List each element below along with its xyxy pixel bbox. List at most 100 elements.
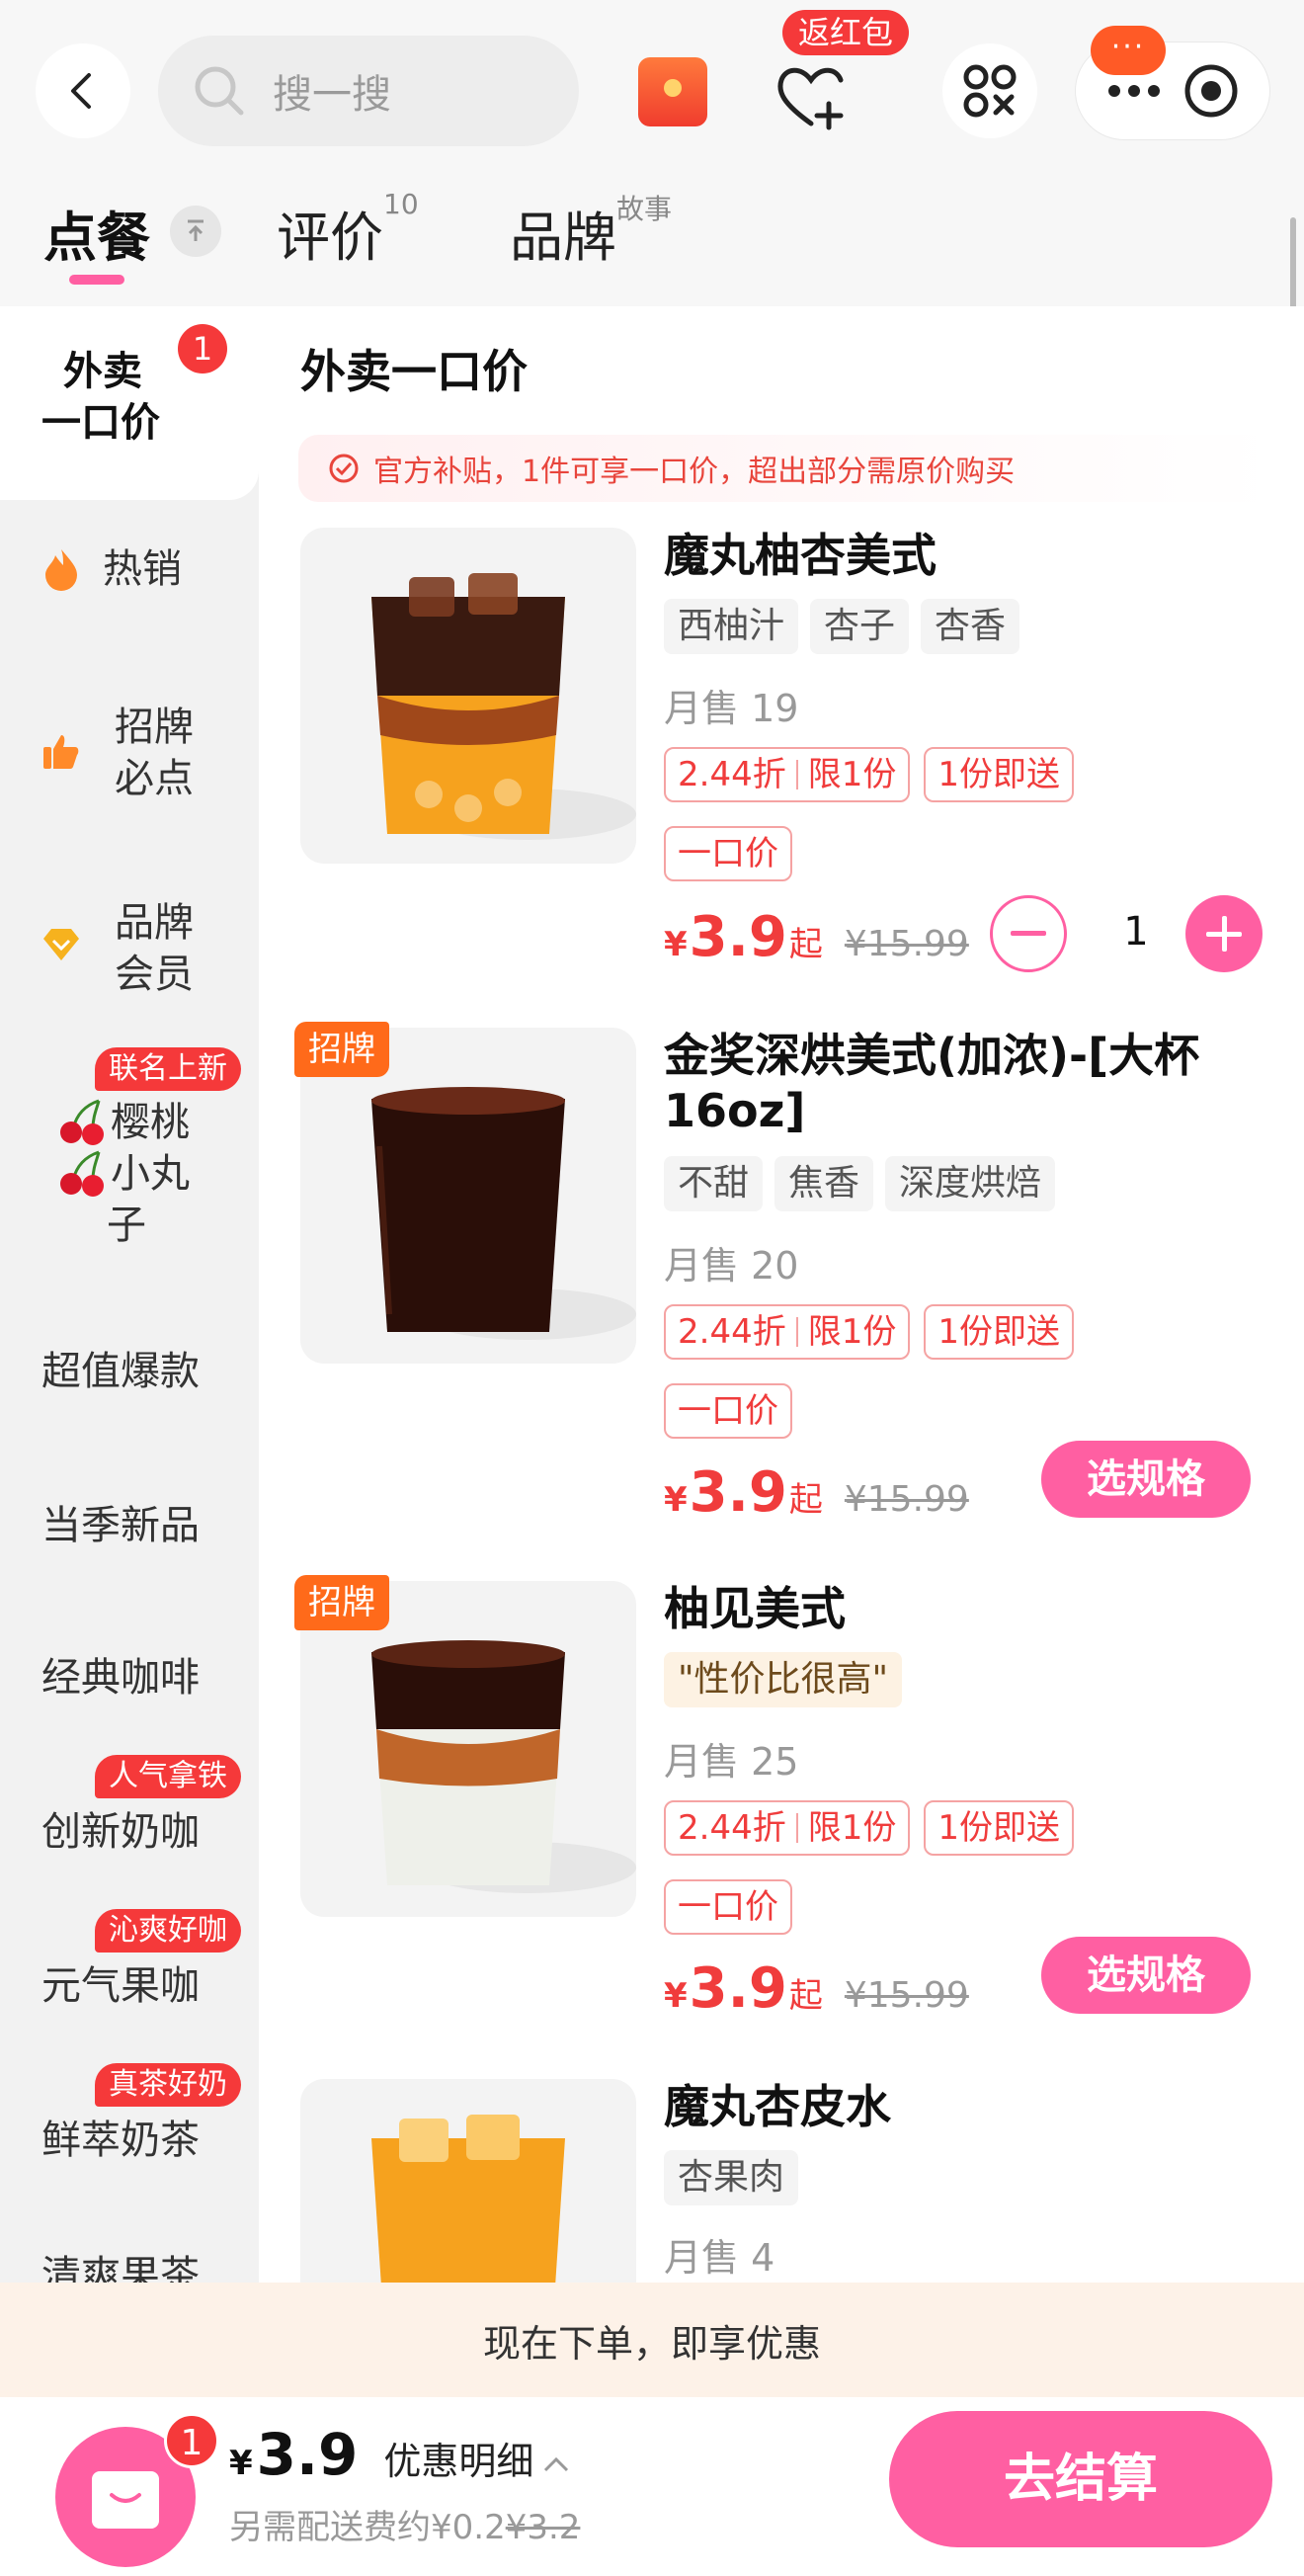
price-suffix: 起 — [788, 1976, 823, 2016]
product-tag: 杏香 — [921, 599, 1020, 654]
minus-icon — [1011, 930, 1046, 938]
deliver-tag: 1份即送 — [924, 747, 1074, 802]
brand-story-sup: 故事 — [616, 193, 673, 225]
limit-text: 限1份 — [807, 755, 897, 794]
fixed-price-tag: 一口价 — [664, 1879, 792, 1935]
total-currency: ¥ — [229, 2444, 253, 2483]
back-button[interactable] — [36, 43, 130, 138]
increase-button[interactable] — [1185, 895, 1263, 972]
price-currency: ¥ — [664, 1480, 688, 1520]
discount-detail-link[interactable]: 优惠明细 — [383, 2431, 533, 2485]
sidebar-item-fruit-tea[interactable]: 清爽果茶 — [0, 2241, 259, 2283]
search-placeholder: 搜一搜 — [273, 72, 391, 118]
sidebar-item-label: 品牌 — [115, 900, 194, 946]
discount-tag: 2.44折 限1份 — [664, 1304, 911, 1360]
sidebar-badge: 人气拿铁 — [95, 1755, 241, 1798]
limit-text: 限1份 — [807, 1808, 897, 1848]
product-image[interactable] — [300, 528, 636, 864]
share-button[interactable] — [942, 43, 1037, 138]
product-tags: "性价比很高" — [664, 1652, 903, 1707]
limit-text: 限1份 — [807, 1312, 897, 1352]
price-value: 3.9 — [689, 1460, 787, 1525]
price-suffix: 起 — [788, 1480, 823, 1520]
section-title: 外卖一口价 — [300, 345, 528, 398]
red-packet-icon[interactable] — [638, 57, 707, 126]
discount-tag: 2.44折 限1份 — [664, 1800, 911, 1856]
original-price: ¥15.99 — [844, 924, 969, 964]
fixed-price-tag: 一口价 — [664, 1383, 792, 1439]
fire-icon — [41, 547, 81, 591]
delivery-fee-text: 另需配送费约¥0.2 — [229, 2508, 506, 2547]
sidebar-item-label: 会员 — [115, 952, 194, 997]
sidebar-active-label1: 外卖 — [63, 349, 142, 394]
sidebar-item-milk-tea[interactable]: 真茶好奶 鲜萃奶茶 — [0, 2063, 259, 2172]
sidebar-item-label: 鲜萃奶茶 — [41, 2118, 200, 2163]
notice-text: 官方补贴，1件可享一口价，超出部分需原价购买 — [373, 455, 1016, 489]
tab-reviews-label: 评价 — [277, 207, 383, 269]
tab-order[interactable]: 点餐 — [43, 194, 150, 272]
discount-text: 2.44折 — [678, 755, 786, 794]
quantity-value: 1 — [1123, 909, 1149, 955]
product-tags: 不甜 焦香 深度烘焙 — [664, 1156, 1056, 1211]
sidebar-item-label: 子 — [107, 1203, 146, 1248]
total-value: 3.9 — [256, 2421, 359, 2488]
product-name: 柚见美式 — [664, 1582, 846, 1635]
sidebar-item-label: 元气果咖 — [41, 1963, 200, 2009]
discount-text: 2.44折 — [678, 1312, 786, 1352]
tab-brand[interactable]: 品牌故事 — [510, 193, 673, 272]
search-box[interactable]: 搜一搜 — [158, 36, 579, 146]
fanhongbao-badge: 返红包 — [782, 10, 910, 55]
total-price: ¥ 3.9 优惠明细 — [229, 2421, 571, 2488]
product-tags: 杏果肉 — [664, 2150, 799, 2205]
favorite-button[interactable] — [767, 57, 856, 136]
monthly-sales: 月售 25 — [664, 1740, 799, 1784]
select-spec-button[interactable]: 选规格 — [1041, 1937, 1251, 2014]
sidebar-item-hot[interactable]: 热销 — [0, 543, 259, 595]
chevron-up-icon[interactable] — [541, 2454, 571, 2474]
sidebar-item-seasonal[interactable]: 当季新品 — [0, 1500, 259, 1551]
fixed-price-tag: 一口价 — [664, 826, 792, 881]
tab-brand-label: 品牌 — [510, 207, 616, 269]
sidebar-item-value[interactable]: 超值爆款 — [0, 1346, 259, 1397]
monthly-sales: 月售 19 — [664, 687, 799, 730]
message-badge: ··· — [1091, 26, 1166, 75]
close-target-icon[interactable] — [1183, 63, 1239, 119]
product-tags: 西柚汁 杏子 杏香 — [664, 599, 1020, 654]
product-tag: 杏子 — [810, 599, 910, 654]
back-arrow-icon — [63, 71, 103, 111]
grid-scan-icon — [962, 63, 1018, 119]
product-image[interactable] — [300, 2079, 636, 2283]
sidebar-active-label2: 一口价 — [41, 400, 160, 446]
product-card[interactable]: 招牌 金奖深烘美式(加浓)-[大杯16oz] 不甜 焦香 深度烘焙 月售 20 … — [259, 1022, 1304, 1525]
product-image[interactable] — [300, 1028, 636, 1364]
checkout-button[interactable]: 去结算 — [889, 2411, 1272, 2547]
tab-reviews[interactable]: 评价10 — [277, 188, 419, 272]
price-suffix: 起 — [788, 925, 823, 964]
sidebar-item-fruit-coffee[interactable]: 沁爽好咖 元气果咖 — [0, 1909, 259, 2018]
sidebar-item-classic-coffee[interactable]: 经典咖啡 — [0, 1652, 259, 1703]
select-spec-button[interactable]: 选规格 — [1041, 1441, 1251, 1518]
promo-tags: 2.44折 限1份 1份即送 — [664, 747, 1074, 802]
price-currency: ¥ — [664, 925, 688, 964]
scroll-top-button[interactable] — [170, 206, 221, 257]
promo-tags-2: 一口价 — [664, 826, 792, 881]
shopping-bag-icon — [88, 2461, 163, 2533]
sidebar-item-milk-coffee[interactable]: 人气拿铁 创新奶咖 — [0, 1755, 259, 1864]
price: ¥3.9 起 ¥15.99 — [664, 1956, 969, 2021]
product-image[interactable] — [300, 1581, 636, 1917]
price: ¥3.9 起 ¥15.99 — [664, 1460, 969, 1525]
monthly-sales: 月售 4 — [664, 2236, 775, 2280]
tab-order-label: 点餐 — [43, 207, 150, 269]
more-dots-icon[interactable] — [1106, 83, 1162, 99]
product-card[interactable]: 魔丸杏皮水 杏果肉 月售 4 — [259, 2079, 1304, 2283]
sidebar-badge: 联名上新 — [95, 1047, 241, 1091]
sidebar-count-badge: 1 — [178, 324, 227, 374]
product-card[interactable]: 魔丸柚杏美式 西柚汁 杏子 杏香 月售 19 2.44折 限1份 1份即送 一口价… — [259, 528, 1304, 1002]
product-card[interactable]: 招牌 柚见美式 "性价比很高" 月售 25 2.44折 限1份 1份即送 一口价 … — [259, 1575, 1304, 2021]
plus-icon — [1206, 916, 1242, 952]
sidebar-item-active[interactable]: 外卖 一口价 1 — [0, 306, 259, 500]
sidebar-item-cherry[interactable]: 联名上新 樱桃 小丸 子 — [0, 1041, 259, 1248]
decrease-button[interactable] — [990, 895, 1067, 972]
sidebar-item-label: 樱桃 — [111, 1100, 190, 1145]
sidebar-item-label: 热销 — [103, 546, 182, 592]
